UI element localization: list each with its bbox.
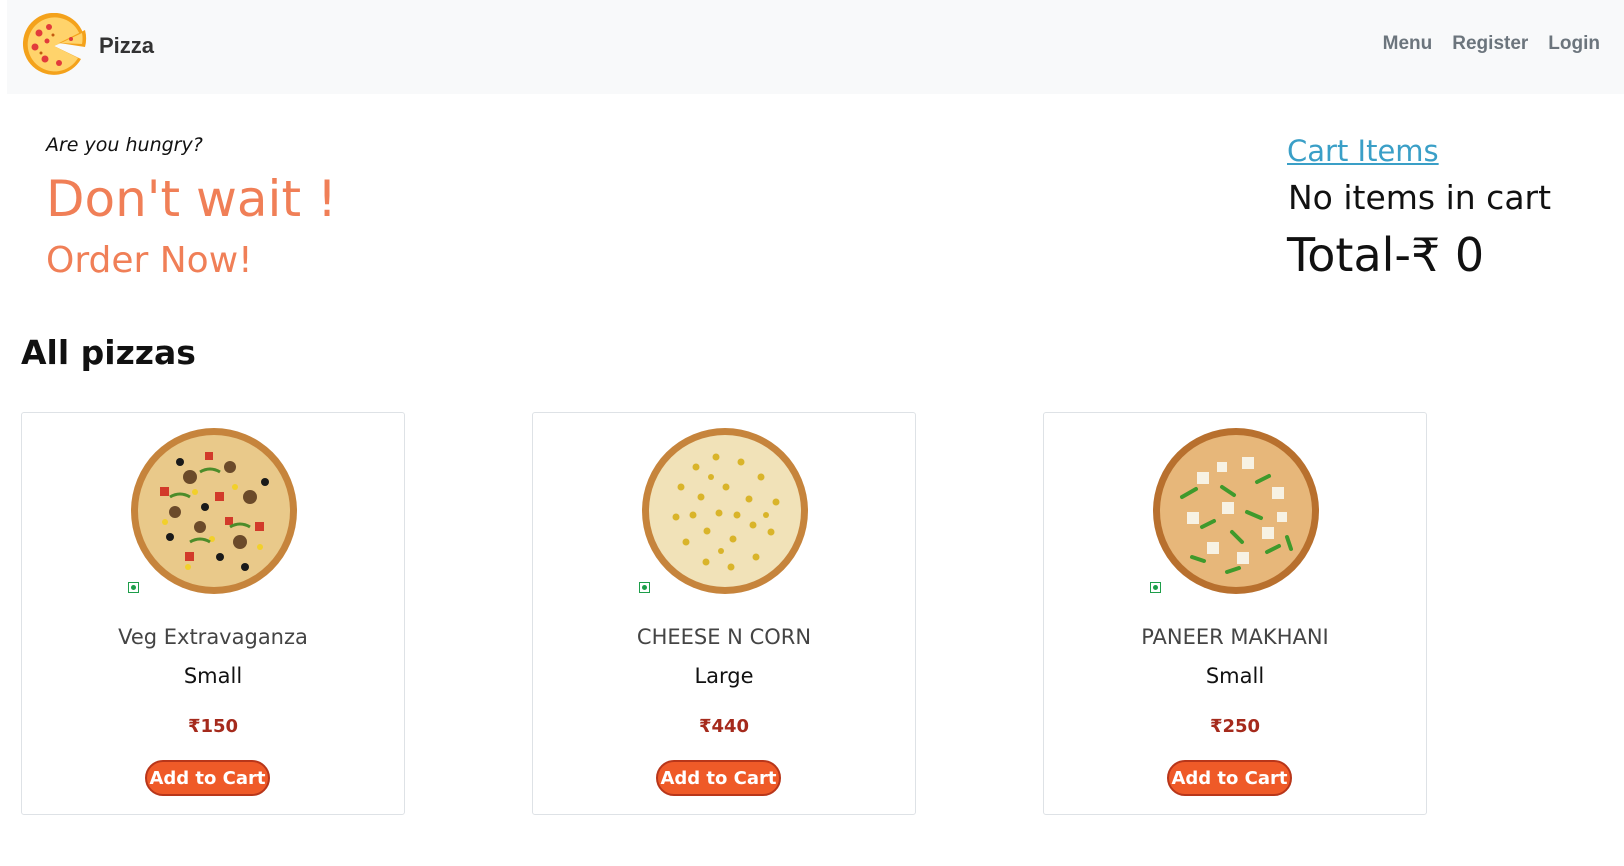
pizza-size: Small — [183, 664, 243, 688]
veg-indicator-icon — [639, 582, 650, 593]
nav-menu-link[interactable]: Menu — [1383, 33, 1433, 55]
add-to-cart-button[interactable]: Add to Cart — [145, 760, 270, 796]
navbar: Pizza Menu Register Login — [7, 0, 1624, 94]
cheese-corn-pizza-image — [642, 428, 808, 594]
pizza-card: PANEER MAKHANI Small ₹250 Add to Cart — [1043, 412, 1427, 815]
section-title: All pizzas — [21, 333, 196, 372]
veg-indicator-icon — [128, 582, 139, 593]
pizza-card: CHEESE N CORN Large ₹440 Add to Cart — [532, 412, 916, 815]
nav-login-link[interactable]: Login — [1548, 33, 1600, 55]
brand[interactable]: Pizza — [21, 13, 154, 79]
pizza-name: CHEESE N CORN — [636, 625, 812, 649]
pizza-price: ₹250 — [1209, 716, 1261, 737]
pizza-logo-icon — [22, 13, 87, 75]
pizza-card: Veg Extravaganza Small ₹150 Add to Cart — [21, 412, 405, 815]
pizza-name: PANEER MAKHANI — [1141, 625, 1329, 649]
pizza-price: ₹150 — [187, 716, 239, 737]
pizza-size: Small — [1205, 664, 1265, 688]
paneer-makhani-pizza-image — [1153, 428, 1319, 594]
add-to-cart-button[interactable]: Add to Cart — [656, 760, 781, 796]
veg-extravaganza-pizza-image — [131, 428, 297, 594]
hero-subtitle: Order Now! — [46, 240, 253, 281]
pizza-size: Large — [694, 664, 754, 688]
pizza-name: Veg Extravaganza — [118, 625, 308, 649]
hero-tagline: Are you hungry? — [46, 134, 203, 156]
veg-indicator-icon — [1150, 582, 1161, 593]
cart-items-link[interactable]: Cart Items — [1287, 134, 1439, 168]
cart-empty-message: No items in cart — [1288, 178, 1552, 217]
pizza-price: ₹440 — [698, 716, 750, 737]
hero-title: Don't wait ! — [46, 170, 337, 228]
brand-name: Pizza — [99, 33, 155, 58]
add-to-cart-button[interactable]: Add to Cart — [1167, 760, 1292, 796]
nav-register-link[interactable]: Register — [1452, 33, 1528, 55]
cart-total: Total-₹ 0 — [1287, 228, 1485, 282]
nav-links: Menu Register Login — [1383, 33, 1600, 55]
